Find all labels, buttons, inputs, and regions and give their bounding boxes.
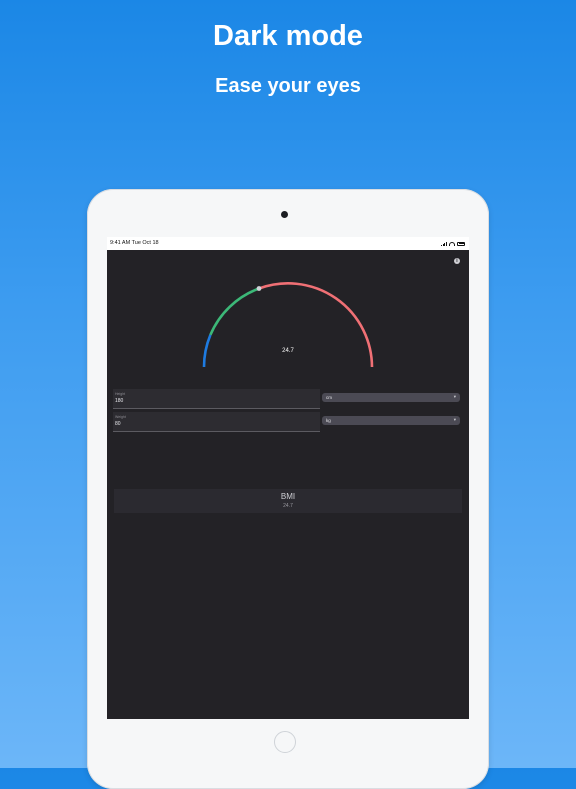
height-field[interactable]: Height 180: [113, 389, 320, 409]
camera-icon: [281, 211, 288, 218]
weight-unit: kg: [326, 417, 331, 423]
weight-value: 80: [115, 421, 121, 427]
weight-label: Weight: [115, 415, 126, 419]
bmi-result-card: BMI 24.7: [114, 489, 462, 513]
gauge-indicator: [256, 286, 262, 291]
app-screen: 9:41 AM Tue Oct 18 i 24.7 Height 180 cm …: [107, 237, 469, 719]
height-row: Height 180 cm ▾: [113, 389, 463, 409]
height-unit: cm: [326, 394, 332, 400]
wifi-icon: [449, 241, 455, 246]
height-value: 180: [115, 398, 124, 404]
gauge-value: 24.7: [282, 348, 294, 354]
home-button[interactable]: [274, 731, 296, 753]
promo-title: Dark mode: [213, 20, 363, 52]
status-icons: [441, 237, 465, 250]
height-unit-select[interactable]: cm ▾: [322, 393, 460, 402]
weight-field[interactable]: Weight 80: [113, 412, 320, 432]
battery-icon: [457, 241, 465, 246]
weight-unit-select[interactable]: kg ▾: [322, 416, 460, 425]
chevron-down-icon: ▾: [453, 394, 456, 399]
weight-row: Weight 80 kg ▾: [113, 412, 463, 432]
bmi-result-title: BMI: [280, 492, 296, 501]
gauge-arc-green: [209, 287, 260, 336]
bmi-result-value: 24.7: [283, 503, 293, 509]
height-label: Height: [115, 392, 126, 396]
promo-subtitle: Ease your eyes: [215, 75, 361, 97]
signal-icon: [441, 241, 447, 246]
status-time: 9:41 AM Tue Oct 18: [110, 240, 159, 246]
status-bar: 9:41 AM Tue Oct 18: [107, 237, 469, 250]
gauge-arc-red: [258, 282, 374, 368]
chevron-down-icon: ▾: [453, 417, 456, 422]
gauge-arc-blue: [202, 334, 212, 368]
bmi-gauge: [202, 282, 374, 368]
ipad-frame: 9:41 AM Tue Oct 18 i 24.7 Height 180 cm …: [87, 189, 489, 789]
